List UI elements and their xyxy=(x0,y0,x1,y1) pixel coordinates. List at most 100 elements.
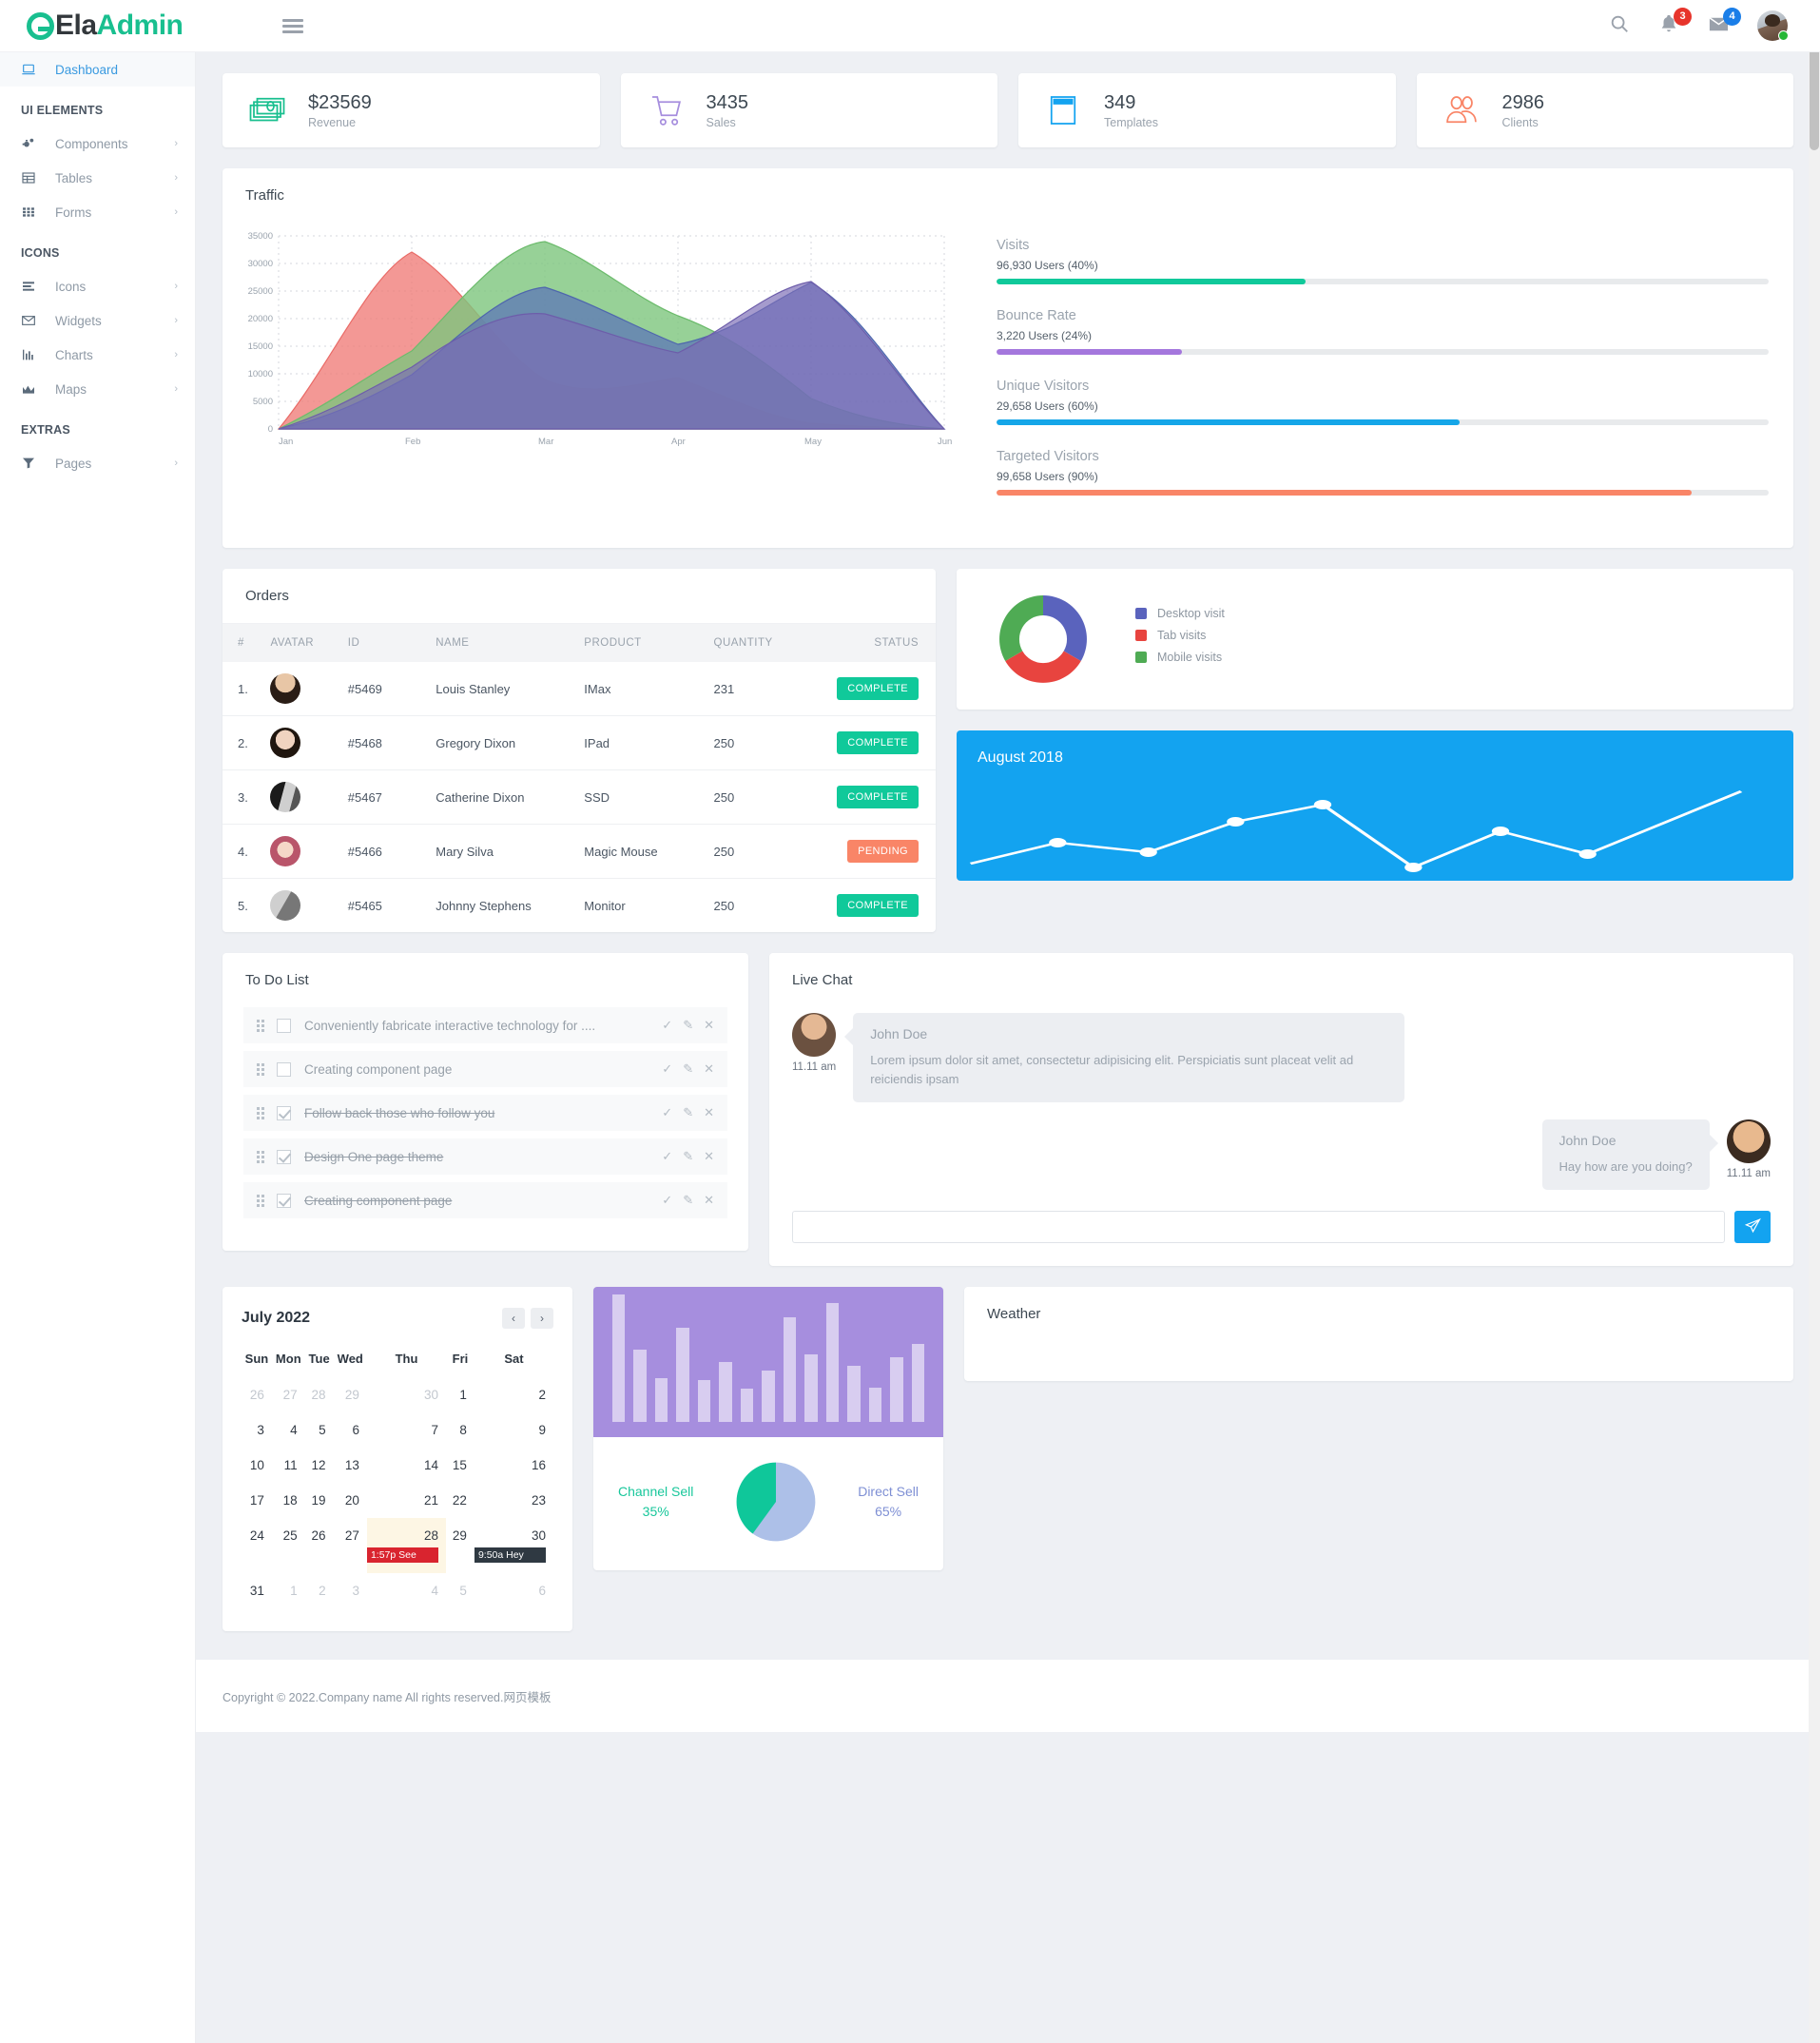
close-icon[interactable]: ✕ xyxy=(704,1018,714,1033)
calendar-day[interactable]: 11 xyxy=(272,1448,305,1483)
calendar-day[interactable]: 20 xyxy=(334,1483,367,1518)
calendar-event[interactable]: 9:50a Hey xyxy=(474,1547,546,1564)
calendar-day[interactable]: 29 xyxy=(334,1377,367,1412)
calendar-day[interactable]: 29 xyxy=(446,1518,474,1573)
drag-handle-icon[interactable] xyxy=(257,1194,265,1207)
calendar-day[interactable]: 3 xyxy=(242,1412,272,1448)
calendar-day[interactable]: 13 xyxy=(334,1448,367,1483)
drag-handle-icon[interactable] xyxy=(257,1062,265,1076)
send-button[interactable] xyxy=(1734,1211,1771,1244)
sidebar-item-maps[interactable]: Maps › xyxy=(0,372,195,406)
pencil-icon[interactable]: ✎ xyxy=(683,1018,693,1033)
close-icon[interactable]: ✕ xyxy=(704,1105,714,1120)
calendar-day[interactable]: 28 xyxy=(305,1377,334,1412)
calendar-day[interactable]: 17 xyxy=(242,1483,272,1518)
bell-icon[interactable]: 3 xyxy=(1658,8,1692,38)
calendar-day[interactable]: 5 xyxy=(446,1573,474,1608)
calendar-day-with-event[interactable]: 30 9:50a Hey xyxy=(474,1518,553,1573)
chat-input[interactable] xyxy=(792,1211,1725,1244)
close-icon[interactable]: ✕ xyxy=(704,1193,714,1208)
pencil-icon[interactable]: ✎ xyxy=(683,1061,693,1077)
stat-card-templates[interactable]: 349 Templates xyxy=(1018,73,1396,147)
menu-toggle-icon[interactable] xyxy=(282,16,303,36)
calendar-day[interactable]: 31 xyxy=(242,1573,272,1608)
stat-card-revenue[interactable]: $23569 Revenue xyxy=(223,73,600,147)
list-item[interactable]: Creating component page ✓ ✎ ✕ xyxy=(243,1182,727,1218)
calendar-day[interactable]: 19 xyxy=(305,1483,334,1518)
calendar-day[interactable]: 12 xyxy=(305,1448,334,1483)
calendar-day[interactable]: 6 xyxy=(474,1573,553,1608)
drag-handle-icon[interactable] xyxy=(257,1019,265,1032)
check-icon[interactable]: ✓ xyxy=(662,1105,672,1120)
sidebar-item-pages[interactable]: Pages › xyxy=(0,446,195,480)
drag-handle-icon[interactable] xyxy=(257,1150,265,1163)
calendar-day[interactable]: 4 xyxy=(272,1412,305,1448)
drag-handle-icon[interactable] xyxy=(257,1106,265,1119)
calendar-prev-button[interactable]: ‹ xyxy=(502,1308,525,1330)
calendar-day[interactable]: 5 xyxy=(305,1412,334,1448)
check-icon[interactable]: ✓ xyxy=(662,1061,672,1077)
table-row[interactable]: 3. #5467 Catherine Dixon SSD 250 COMPLET… xyxy=(223,769,936,825)
user-avatar[interactable] xyxy=(1757,10,1789,41)
todo-checkbox[interactable] xyxy=(277,1149,291,1164)
sidebar-item-forms[interactable]: Forms › xyxy=(0,195,195,229)
calendar-day[interactable]: 1 xyxy=(446,1377,474,1412)
sidebar-item-dashboard[interactable]: Dashboard xyxy=(0,52,195,87)
calendar-day[interactable]: 23 xyxy=(474,1483,553,1518)
todo-checkbox[interactable] xyxy=(277,1061,291,1077)
todo-checkbox[interactable] xyxy=(277,1105,291,1120)
close-icon[interactable]: ✕ xyxy=(704,1149,714,1164)
calendar-event[interactable]: 1:57p See xyxy=(366,1547,438,1564)
sidebar-item-charts[interactable]: Charts › xyxy=(0,338,195,372)
todo-checkbox[interactable] xyxy=(277,1193,291,1208)
calendar-day[interactable]: 3 xyxy=(334,1573,367,1608)
sidebar-item-components[interactable]: Components › xyxy=(0,126,195,161)
calendar-day[interactable]: 6 xyxy=(334,1412,367,1448)
pencil-icon[interactable]: ✎ xyxy=(683,1193,693,1208)
stat-card-clients[interactable]: 2986 Clients xyxy=(1416,73,1793,147)
list-item[interactable]: Creating component page ✓ ✎ ✕ xyxy=(243,1051,727,1087)
list-item[interactable]: Design One page theme ✓ ✎ ✕ xyxy=(243,1138,727,1175)
close-icon[interactable]: ✕ xyxy=(704,1061,714,1077)
calendar-day[interactable]: 30 xyxy=(367,1377,446,1412)
calendar-day[interactable]: 16 xyxy=(474,1448,553,1483)
calendar-day[interactable]: 22 xyxy=(446,1483,474,1518)
check-icon[interactable]: ✓ xyxy=(662,1193,672,1208)
calendar-day[interactable]: 24 xyxy=(242,1518,272,1573)
table-row[interactable]: 4. #5466 Mary Silva Magic Mouse 250 PEND… xyxy=(223,824,936,879)
calendar-day[interactable]: 8 xyxy=(446,1412,474,1448)
calendar-day[interactable]: 26 xyxy=(242,1377,272,1412)
calendar-day[interactable]: 27 xyxy=(334,1518,367,1573)
calendar-next-button[interactable]: › xyxy=(531,1308,553,1330)
calendar-day[interactable]: 1 xyxy=(272,1573,305,1608)
list-item[interactable]: Follow back those who follow you ✓ ✎ ✕ xyxy=(243,1095,727,1131)
calendar-day[interactable]: 21 xyxy=(367,1483,446,1518)
stat-card-sales[interactable]: 3435 Sales xyxy=(620,73,997,147)
todo-checkbox[interactable] xyxy=(277,1018,291,1033)
calendar-day[interactable]: 4 xyxy=(367,1573,446,1608)
calendar-day[interactable]: 2 xyxy=(305,1573,334,1608)
brand-logo[interactable]: Ela Admin xyxy=(0,10,269,42)
table-row[interactable]: 5. #5465 Johnny Stephens Monitor 250 COM… xyxy=(223,879,936,933)
sidebar-item-widgets[interactable]: Widgets › xyxy=(0,303,195,338)
calendar-day[interactable]: 15 xyxy=(446,1448,474,1483)
calendar-day[interactable]: 7 xyxy=(367,1412,446,1448)
search-icon[interactable] xyxy=(1609,13,1634,38)
table-row[interactable]: 2. #5468 Gregory Dixon IPad 250 COMPLETE xyxy=(223,715,936,770)
sidebar-item-icons[interactable]: Icons › xyxy=(0,269,195,303)
calendar-day[interactable]: 9 xyxy=(474,1412,553,1448)
list-item[interactable]: Conveniently fabricate interactive techn… xyxy=(243,1007,727,1043)
calendar-day[interactable]: 18 xyxy=(272,1483,305,1518)
calendar-day[interactable]: 27 xyxy=(272,1377,305,1412)
pencil-icon[interactable]: ✎ xyxy=(683,1105,693,1120)
table-row[interactable]: 1. #5469 Louis Stanley IMax 231 COMPLETE xyxy=(223,662,936,716)
envelope-icon[interactable]: 4 xyxy=(1708,8,1741,38)
page-scrollbar[interactable] xyxy=(1809,0,1820,2043)
calendar-day[interactable]: 25 xyxy=(272,1518,305,1573)
pencil-icon[interactable]: ✎ xyxy=(683,1149,693,1164)
check-icon[interactable]: ✓ xyxy=(662,1149,672,1164)
check-icon[interactable]: ✓ xyxy=(662,1018,672,1033)
calendar-day[interactable]: 14 xyxy=(367,1448,446,1483)
calendar-day-today[interactable]: 28 1:57p See xyxy=(366,1518,446,1574)
calendar-day[interactable]: 26 xyxy=(305,1518,334,1573)
